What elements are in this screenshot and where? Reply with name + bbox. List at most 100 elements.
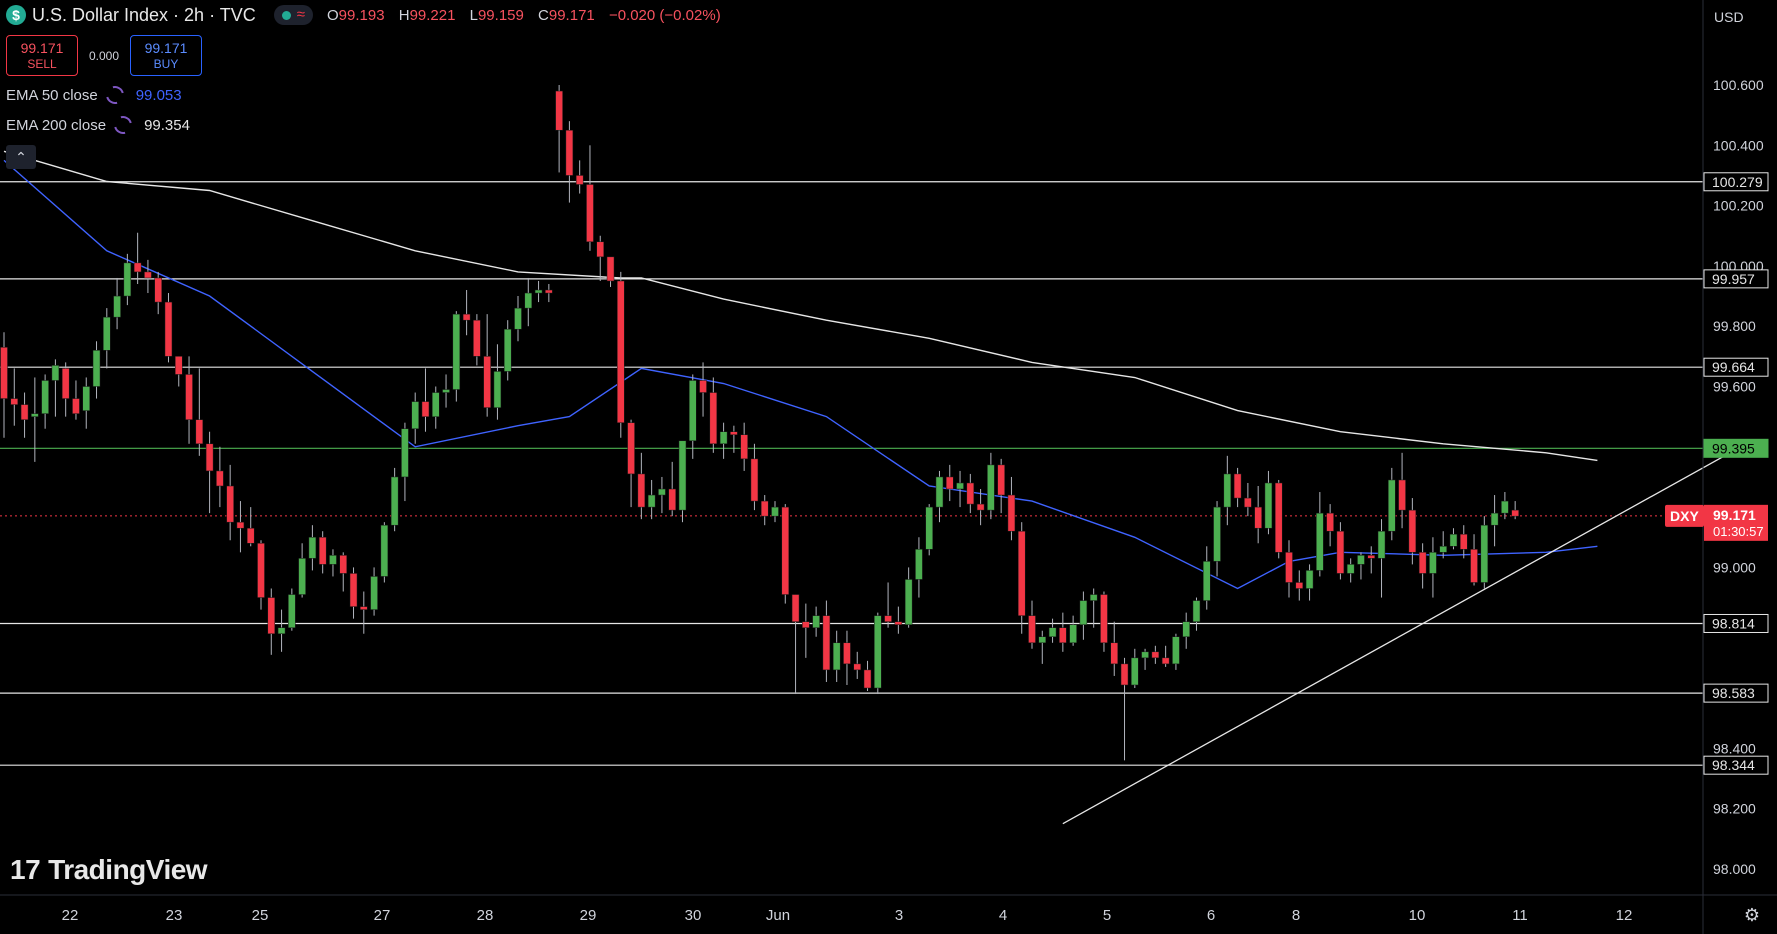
candle-bearish[interactable] bbox=[997, 464, 1005, 496]
candle-bullish[interactable] bbox=[103, 316, 111, 351]
candle-bullish[interactable] bbox=[925, 506, 933, 550]
candle-bullish[interactable] bbox=[1490, 512, 1499, 526]
candle-bullish[interactable] bbox=[442, 389, 450, 393]
candle-bullish[interactable] bbox=[1439, 546, 1447, 553]
candle-bullish[interactable] bbox=[1264, 482, 1273, 529]
candle-bullish[interactable] bbox=[380, 524, 389, 577]
candle-bearish[interactable] bbox=[483, 356, 491, 408]
candle-bearish[interactable] bbox=[637, 473, 646, 508]
candle-bearish[interactable] bbox=[462, 313, 471, 321]
candle-bullish[interactable] bbox=[987, 464, 995, 511]
candle-bearish[interactable] bbox=[349, 573, 358, 607]
candle-bullish[interactable] bbox=[1346, 564, 1355, 574]
candle-bearish[interactable] bbox=[164, 301, 173, 357]
candle-bearish[interactable] bbox=[781, 506, 790, 595]
candle-bearish[interactable] bbox=[195, 419, 204, 445]
candle-bearish[interactable] bbox=[1398, 479, 1406, 511]
candle-bullish[interactable] bbox=[390, 476, 399, 526]
candle-bullish[interactable] bbox=[113, 295, 121, 318]
candle-bearish[interactable] bbox=[72, 398, 80, 414]
candle-bearish[interactable] bbox=[1511, 509, 1519, 517]
candle-bearish[interactable] bbox=[267, 597, 276, 634]
candle-bullish[interactable] bbox=[1501, 500, 1509, 514]
candle-bearish[interactable] bbox=[185, 374, 193, 420]
candle-bearish[interactable] bbox=[1151, 651, 1160, 659]
candle-bullish[interactable] bbox=[874, 615, 882, 689]
candle-bullish[interactable] bbox=[1223, 473, 1232, 508]
candle-bearish[interactable] bbox=[1367, 555, 1375, 559]
buy-button[interactable]: 99.171 BUY bbox=[130, 35, 202, 76]
market-status[interactable]: ≈ bbox=[273, 5, 313, 25]
candle-bearish[interactable] bbox=[421, 401, 430, 417]
candle-bearish[interactable] bbox=[1007, 494, 1016, 532]
candle-bullish[interactable] bbox=[82, 386, 90, 411]
candle-bearish[interactable] bbox=[1274, 482, 1283, 553]
candle-bearish[interactable] bbox=[750, 458, 759, 502]
candle-bullish[interactable] bbox=[277, 627, 286, 634]
candle-bearish[interactable] bbox=[565, 129, 574, 176]
chart-canvas[interactable]: 100.600 100.400 100.200 10 0.000 99.800 99.600… bbox=[0, 0, 1777, 934]
candle-bullish[interactable] bbox=[534, 289, 543, 294]
candle-bearish[interactable] bbox=[154, 277, 162, 303]
candle-bullish[interactable] bbox=[401, 428, 409, 478]
candle-bullish[interactable] bbox=[514, 307, 522, 330]
candle-bullish[interactable] bbox=[370, 576, 378, 610]
candle-bullish[interactable] bbox=[956, 482, 964, 490]
candle-bearish[interactable] bbox=[760, 500, 769, 517]
candle-bearish[interactable] bbox=[1470, 549, 1478, 583]
candle-bullish[interactable] bbox=[411, 401, 419, 429]
candle-bullish[interactable] bbox=[1203, 561, 1211, 601]
candle-bullish[interactable] bbox=[1377, 530, 1386, 559]
candle-bearish[interactable] bbox=[1460, 533, 1468, 550]
candle-bearish[interactable] bbox=[473, 319, 481, 357]
candle-bearish[interactable] bbox=[360, 606, 368, 610]
candle-bearish[interactable] bbox=[709, 392, 718, 445]
candle-bullish[interactable] bbox=[123, 262, 132, 297]
candle-bullish[interactable] bbox=[689, 380, 697, 442]
candle-bearish[interactable] bbox=[1336, 530, 1345, 574]
candle-bearish[interactable] bbox=[730, 431, 738, 435]
candle-bullish[interactable] bbox=[1357, 555, 1365, 565]
candle-bullish[interactable] bbox=[41, 380, 49, 414]
candle-bullish[interactable] bbox=[452, 313, 461, 390]
candle-bearish[interactable] bbox=[246, 527, 255, 544]
candle-bullish[interactable] bbox=[915, 549, 923, 580]
sell-button[interactable]: 99.171 SELL bbox=[6, 35, 78, 76]
candle-bearish[interactable] bbox=[802, 621, 810, 628]
candle-bearish[interactable] bbox=[822, 615, 831, 671]
candle-bearish[interactable] bbox=[1418, 552, 1427, 574]
candle-bearish[interactable] bbox=[791, 594, 800, 622]
candle-bearish[interactable] bbox=[699, 380, 707, 393]
candle-bearish[interactable] bbox=[175, 356, 183, 375]
candle-bearish[interactable] bbox=[555, 90, 563, 131]
candle-bearish[interactable] bbox=[1017, 530, 1026, 616]
candle-bearish[interactable] bbox=[884, 615, 892, 622]
candle-bearish[interactable] bbox=[1326, 512, 1334, 532]
candle-bearish[interactable] bbox=[966, 482, 975, 505]
candle-bullish[interactable] bbox=[1038, 636, 1047, 644]
candle-bearish[interactable] bbox=[627, 422, 635, 475]
candle-bullish[interactable] bbox=[1388, 479, 1396, 532]
candle-bearish[interactable] bbox=[1028, 615, 1036, 644]
candle-bullish[interactable] bbox=[493, 371, 502, 408]
candle-bearish[interactable] bbox=[853, 663, 861, 671]
candle-bullish[interactable] bbox=[1316, 512, 1324, 571]
candle-bearish[interactable] bbox=[1285, 552, 1293, 583]
candle-bullish[interactable] bbox=[1480, 524, 1489, 583]
candle-bearish[interactable] bbox=[617, 280, 625, 423]
candle-bullish[interactable] bbox=[524, 292, 533, 309]
candle-bullish[interactable] bbox=[904, 579, 913, 625]
candle-bullish[interactable] bbox=[1131, 657, 1139, 686]
candle-bullish[interactable] bbox=[503, 328, 512, 372]
candle-bearish[interactable] bbox=[0, 347, 8, 399]
candle-bullish[interactable] bbox=[1141, 651, 1149, 659]
candle-bearish[interactable] bbox=[606, 256, 615, 282]
candle-bearish[interactable] bbox=[10, 398, 19, 405]
candle-bullish[interactable] bbox=[329, 555, 337, 565]
candle-bearish[interactable] bbox=[226, 485, 234, 523]
candle-bullish[interactable] bbox=[935, 476, 944, 508]
candle-bearish[interactable] bbox=[236, 521, 245, 529]
candle-bearish[interactable] bbox=[1110, 642, 1118, 665]
candle-bearish[interactable] bbox=[863, 669, 872, 689]
candle-bearish[interactable] bbox=[586, 184, 594, 243]
